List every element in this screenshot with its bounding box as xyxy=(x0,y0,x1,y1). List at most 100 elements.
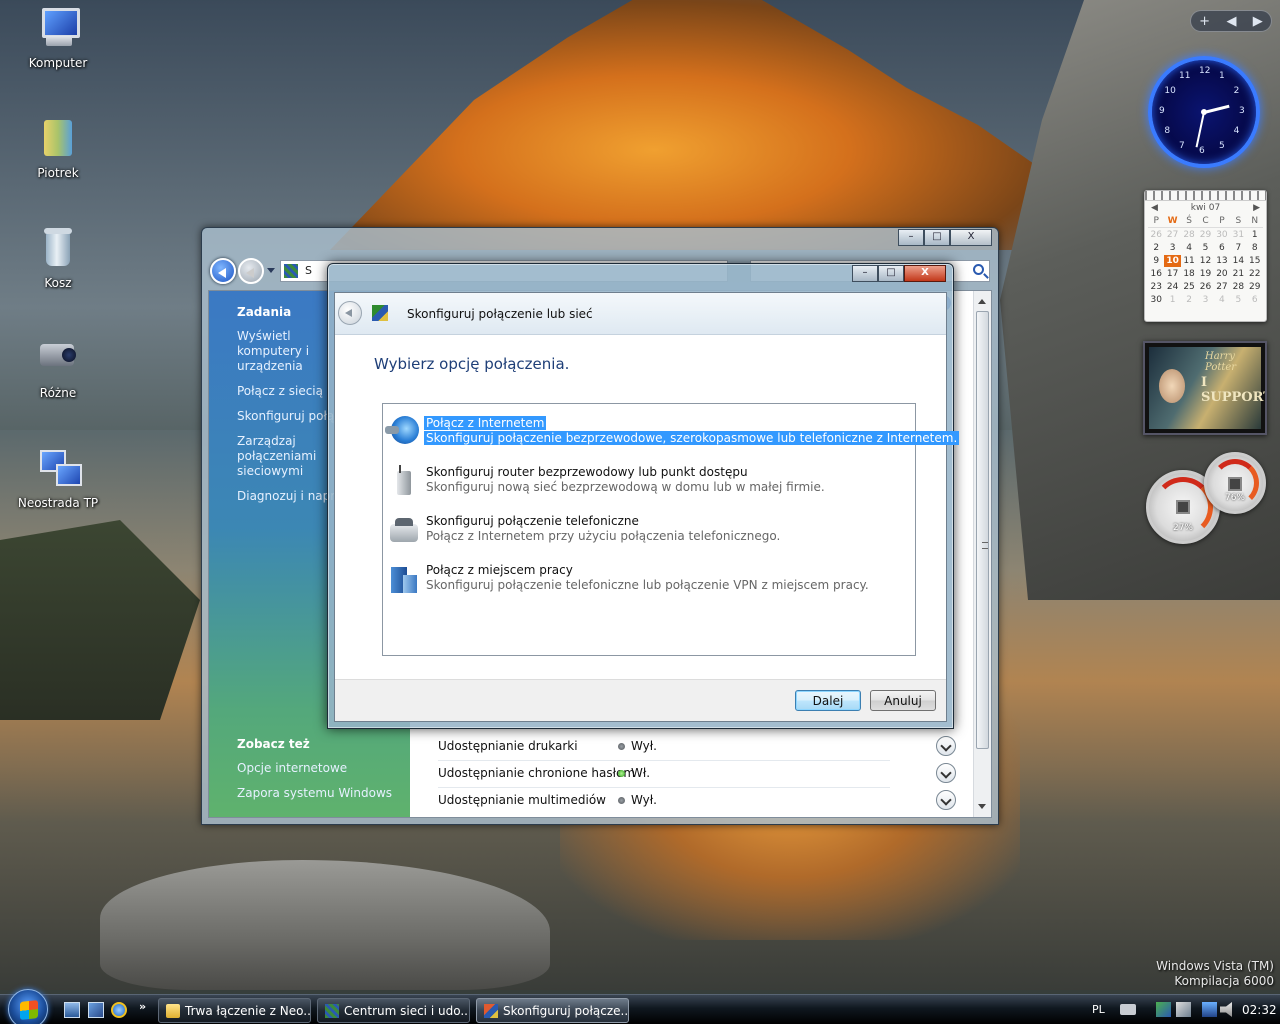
calendar-day[interactable]: 24 xyxy=(1164,281,1180,293)
tray-app-icon[interactable] xyxy=(1176,1002,1191,1017)
next-button[interactable]: Dalej xyxy=(795,690,861,711)
calendar-next-icon[interactable]: ▶ xyxy=(1253,203,1260,213)
search-icon[interactable] xyxy=(973,264,984,275)
calendar-day[interactable]: 26 xyxy=(1197,281,1213,293)
cpu-chip-icon xyxy=(1176,500,1190,515)
calendar-day[interactable]: 1 xyxy=(1247,229,1263,241)
calendar-day[interactable]: 6 xyxy=(1214,242,1230,254)
desktop-icon-misc[interactable]: Różne xyxy=(13,336,103,400)
calendar-day[interactable]: 13 xyxy=(1214,255,1230,267)
quick-launch-more-button[interactable]: » xyxy=(139,1000,146,1013)
calendar-day[interactable]: 21 xyxy=(1230,268,1246,280)
expand-chevron-icon[interactable] xyxy=(936,763,956,783)
close-button[interactable]: X xyxy=(950,229,992,246)
calendar-day[interactable]: 3 xyxy=(1197,294,1213,306)
network-status-icon[interactable] xyxy=(1156,1002,1171,1017)
history-dropdown-icon[interactable] xyxy=(267,268,275,277)
slideshow-gadget[interactable]: Harry Potter I SUPPORT xyxy=(1143,341,1267,435)
setup-connection-dialog[interactable]: – □ X Skonfiguruj połączenie lub sieć Wy… xyxy=(327,263,960,729)
start-button[interactable] xyxy=(8,989,48,1024)
tray-clock[interactable]: 02:32 xyxy=(1242,1003,1277,1017)
scroll-down-icon[interactable] xyxy=(978,804,986,813)
calendar-day[interactable]: 18 xyxy=(1181,268,1197,280)
calendar-day[interactable]: 15 xyxy=(1247,255,1263,267)
clock-gadget[interactable]: 12 1 2 3 4 5 6 7 8 9 10 11 xyxy=(1148,56,1260,168)
calendar-day[interactable]: 2 xyxy=(1181,294,1197,306)
memory-meter-gadget[interactable]: 76% xyxy=(1204,452,1266,514)
calendar-day[interactable]: 4 xyxy=(1214,294,1230,306)
calendar-day[interactable]: 28 xyxy=(1230,281,1246,293)
switch-windows-icon[interactable] xyxy=(88,1002,104,1018)
minimize-button[interactable]: – xyxy=(852,265,878,282)
expand-chevron-icon[interactable] xyxy=(936,736,956,756)
calendar-day[interactable]: 25 xyxy=(1181,281,1197,293)
desktop-icon-user[interactable]: Piotrek xyxy=(13,116,103,180)
calendar-day[interactable]: 7 xyxy=(1230,242,1246,254)
volume-icon[interactable] xyxy=(1220,1002,1232,1017)
minimize-button[interactable]: – xyxy=(898,229,924,246)
expand-chevron-icon[interactable] xyxy=(936,790,956,810)
see-also-internet-options[interactable]: Opcje internetowe xyxy=(237,761,392,776)
calendar-day[interactable]: 19 xyxy=(1197,268,1213,280)
calendar-day[interactable]: 23 xyxy=(1148,281,1164,293)
calendar-day[interactable]: 5 xyxy=(1230,294,1246,306)
sidebar-next-button[interactable]: ▶ xyxy=(1253,14,1263,29)
option-connect-internet[interactable]: Połącz z Internetem Skonfiguruj połączen… xyxy=(385,412,960,450)
calendar-day[interactable]: 28 xyxy=(1181,229,1197,241)
calendar-today[interactable]: 10 xyxy=(1164,255,1181,267)
calendar-day[interactable]: 26 xyxy=(1148,229,1164,241)
scroll-up-icon[interactable] xyxy=(978,295,986,304)
desktop-icon-computer[interactable]: Komputer xyxy=(13,6,103,70)
calendar-day[interactable]: 9 xyxy=(1148,255,1164,267)
calendar-prev-icon[interactable]: ◀ xyxy=(1151,203,1158,213)
desktop-icon-neostrada[interactable]: Neostrada TP xyxy=(13,446,103,510)
taskbar-button-setup-connection[interactable]: Skonfiguruj połącze... xyxy=(476,998,629,1023)
taskbar-button-network-center[interactable]: Centrum sieci i udo... xyxy=(317,998,470,1023)
calendar-day[interactable]: 29 xyxy=(1197,229,1213,241)
internet-explorer-icon[interactable] xyxy=(111,1002,127,1018)
calendar-day[interactable]: 11 xyxy=(1181,255,1197,267)
calendar-day[interactable]: 4 xyxy=(1181,242,1197,254)
calendar-day[interactable]: 3 xyxy=(1164,242,1180,254)
taskbar-button-connecting[interactable]: Trwa łączenie z Neo... xyxy=(158,998,311,1023)
sidebar-prev-button[interactable]: ◀ xyxy=(1226,14,1236,29)
maximize-button[interactable]: □ xyxy=(924,229,950,246)
calendar-gadget[interactable]: ◀ kwi 07 ▶ P W Ś C P S N 26 27 28 29 30 31 1 2 3 4 5 6 7 8 9 1… xyxy=(1144,190,1267,322)
back-arrow-icon[interactable] xyxy=(210,258,236,284)
calendar-day[interactable]: 2 xyxy=(1148,242,1164,254)
option-wireless-router[interactable]: Skonfiguruj router bezprzewodowy lub pun… xyxy=(387,461,893,499)
calendar-day[interactable]: 17 xyxy=(1164,268,1180,280)
calendar-day[interactable]: 16 xyxy=(1148,268,1164,280)
calendar-day[interactable]: 6 xyxy=(1247,294,1263,306)
calendar-day[interactable]: 8 xyxy=(1247,242,1263,254)
forward-arrow-icon[interactable] xyxy=(238,258,264,284)
calendar-day[interactable]: 22 xyxy=(1247,268,1263,280)
calendar-day[interactable]: 27 xyxy=(1164,229,1180,241)
vertical-scrollbar[interactable] xyxy=(973,291,991,817)
show-desktop-icon[interactable] xyxy=(64,1002,80,1018)
network-activity-icon[interactable] xyxy=(1202,1002,1217,1017)
see-also-firewall[interactable]: Zapora systemu Windows xyxy=(237,786,392,801)
maximize-button[interactable]: □ xyxy=(878,265,904,282)
desktop-icon-recycle-bin[interactable]: Kosz xyxy=(13,226,103,290)
calendar-day[interactable]: 30 xyxy=(1214,229,1230,241)
calendar-day[interactable]: 30 xyxy=(1148,294,1164,306)
option-dialup[interactable]: Skonfiguruj połączenie telefoniczne Połą… xyxy=(387,510,893,548)
option-workplace[interactable]: Połącz z miejscem pracy Skonfiguruj połą… xyxy=(387,559,893,597)
sidebar-add-gadget-button[interactable]: + xyxy=(1199,14,1210,29)
taskbar: » Trwa łączenie z Neo... Centrum sieci i… xyxy=(0,989,1280,1024)
keyboard-icon[interactable] xyxy=(1120,1004,1136,1015)
close-button[interactable]: X xyxy=(904,265,946,282)
calendar-day[interactable]: 31 xyxy=(1230,229,1246,241)
calendar-day[interactable]: 20 xyxy=(1214,268,1230,280)
calendar-day[interactable]: 27 xyxy=(1214,281,1230,293)
calendar-day[interactable]: 14 xyxy=(1230,255,1246,267)
cancel-button[interactable]: Anuluj xyxy=(870,690,936,711)
calendar-day[interactable]: 12 xyxy=(1197,255,1213,267)
back-arrow-icon[interactable] xyxy=(338,301,362,325)
calendar-day[interactable]: 5 xyxy=(1197,242,1213,254)
calendar-day[interactable]: 29 xyxy=(1247,281,1263,293)
language-indicator[interactable]: PL xyxy=(1092,1003,1105,1016)
scroll-thumb[interactable] xyxy=(976,311,989,749)
calendar-day[interactable]: 1 xyxy=(1164,294,1180,306)
